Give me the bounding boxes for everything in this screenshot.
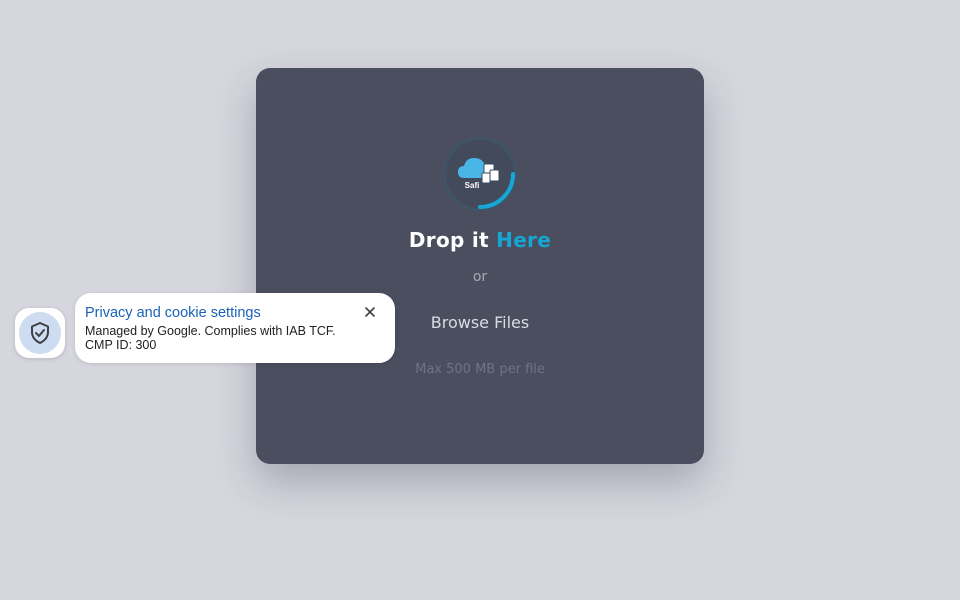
safi-logo: Safi xyxy=(442,136,518,212)
browse-files-button[interactable]: Browse Files xyxy=(415,308,545,338)
max-file-size-note: Max 500 MB per file xyxy=(415,362,545,377)
cloud-upload-logo-icon xyxy=(442,136,518,212)
privacy-popup: Privacy and cookie settings Managed by G… xyxy=(75,293,395,363)
drop-title: Drop it Here xyxy=(256,228,704,252)
close-icon xyxy=(365,307,375,317)
drop-title-prefix: Drop it xyxy=(408,228,497,252)
shield-check-icon xyxy=(31,322,49,344)
privacy-title-link[interactable]: Privacy and cookie settings xyxy=(85,305,261,321)
privacy-close-button[interactable] xyxy=(361,303,379,321)
privacy-description: Managed by Google. Complies with IAB TCF… xyxy=(85,324,336,338)
privacy-settings-button[interactable] xyxy=(15,308,65,358)
file-drop-zone[interactable]: Safi Drop it Here or Browse Files Max 50… xyxy=(256,68,704,464)
or-separator: or xyxy=(472,269,488,285)
logo-text: Safi xyxy=(464,181,480,190)
page: Safi Drop it Here or Browse Files Max 50… xyxy=(0,0,960,600)
privacy-cmp-id: CMP ID: 300 xyxy=(85,338,157,352)
drop-title-accent: Here xyxy=(496,228,552,252)
